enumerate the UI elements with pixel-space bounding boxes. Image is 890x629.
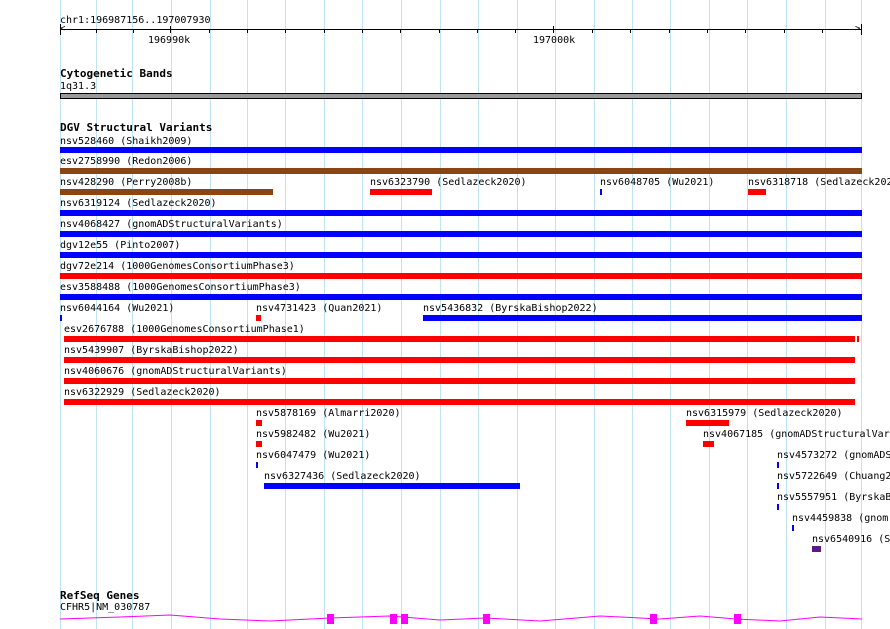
variant-label: nsv6327436 (Sedlazeck2020) — [264, 471, 421, 482]
ruler-tick — [477, 30, 478, 33]
ruler-label: 196990k — [148, 35, 191, 46]
variant-label: nsv4573272 (gnomADS — [777, 450, 890, 461]
gene-exon[interactable] — [327, 614, 334, 624]
ruler-tick — [170, 26, 171, 33]
variant-label: nsv4060676 (gnomADStructuralVariants) — [64, 366, 287, 377]
variant-label: esv2758990 (Redon2006) — [60, 156, 193, 167]
cytoband-track-title: Cytogenetic Bands — [60, 67, 173, 80]
variant-feature[interactable] — [60, 147, 862, 153]
variant-feature[interactable] — [812, 546, 821, 552]
ruler-tick — [745, 30, 746, 33]
variant-label: nsv6315979 (Sedlazeck2020) — [686, 408, 843, 419]
gene-exon[interactable] — [483, 614, 490, 624]
ruler-tick — [784, 30, 785, 33]
variant-feature[interactable] — [748, 189, 766, 195]
variant-feature[interactable] — [370, 189, 432, 195]
variant-label: nsv4068427 (gnomADStructuralVariants) — [60, 219, 283, 230]
ruler-tick — [861, 24, 862, 35]
variant-feature[interactable] — [60, 189, 273, 195]
variant-feature[interactable] — [777, 504, 779, 510]
locus-label: chr1:196987156..197007930 — [60, 15, 211, 26]
variant-label: nsv4459838 (gnom — [792, 513, 889, 524]
variant-feature[interactable] — [256, 462, 258, 468]
ruler-tick — [324, 30, 325, 33]
variant-label: nsv4067185 (gnomADStructuralVar — [703, 429, 890, 440]
ruler-tick — [439, 30, 440, 33]
gene-exon[interactable] — [401, 614, 408, 624]
variant-label: nsv6048705 (Wu2021) — [600, 177, 715, 188]
variant-end-marker — [857, 336, 859, 342]
variant-feature[interactable] — [60, 315, 62, 321]
variant-feature[interactable] — [600, 189, 602, 195]
gene-intron-line[interactable] — [60, 610, 862, 629]
variant-label: nsv5436832 (ByrskaBishop2022) — [423, 303, 598, 314]
ruler-label: 197000k — [533, 35, 576, 46]
variant-label: nsv6319124 (Sedlazeck2020) — [60, 198, 217, 209]
dgv-track-title: DGV Structural Variants — [60, 121, 213, 134]
variant-label: esv3588488 (1000GenomesConsortiumPhase3) — [60, 282, 301, 293]
variant-feature[interactable] — [777, 462, 779, 468]
variant-label: nsv6322929 (Sedlazeck2020) — [64, 387, 221, 398]
variant-feature[interactable] — [60, 273, 862, 279]
variant-label: dgv12e55 (Pinto2007) — [60, 240, 181, 251]
variant-feature[interactable] — [686, 420, 729, 426]
variant-feature[interactable] — [64, 378, 855, 384]
variant-feature[interactable] — [64, 357, 855, 363]
variant-feature[interactable] — [60, 231, 862, 237]
variant-label: nsv6318718 (Sedlazeck2020) — [748, 177, 890, 188]
variant-label: nsv6540916 (S — [812, 534, 890, 545]
variant-feature[interactable] — [64, 399, 855, 405]
ruler-tick — [515, 30, 516, 33]
variant-label: nsv6047479 (Wu2021) — [256, 450, 371, 461]
variant-feature[interactable] — [792, 525, 794, 531]
variant-label: dgv72e214 (1000GenomesConsortiumPhase3) — [60, 261, 295, 272]
variant-label: nsv5557951 (ByrskaB — [777, 492, 890, 503]
variant-label: nsv428290 (Perry2008b) — [60, 177, 193, 188]
cytoband-bar[interactable] — [60, 93, 862, 99]
variant-label: nsv5722649 (Chuang2 — [777, 471, 890, 482]
variant-feature[interactable] — [60, 252, 862, 258]
ruler-tick — [133, 30, 134, 33]
variant-feature[interactable] — [256, 441, 262, 447]
ruler-left-arrow: < — [60, 24, 66, 34]
variant-feature[interactable] — [777, 483, 779, 489]
ruler-axis[interactable] — [60, 29, 862, 30]
ruler-right-arrow: > — [855, 24, 861, 34]
ruler-tick — [247, 30, 248, 33]
variant-label: nsv4731423 (Quan2021) — [256, 303, 383, 314]
variant-label: nsv5982482 (Wu2021) — [256, 429, 371, 440]
variant-label: nsv6323790 (Sedlazeck2020) — [370, 177, 527, 188]
variant-feature[interactable] — [60, 294, 862, 300]
variant-label: nsv6044164 (Wu2021) — [60, 303, 175, 314]
variant-feature[interactable] — [256, 420, 262, 426]
cytoband-label: 1q31.3 — [60, 81, 97, 92]
ruler-tick — [209, 30, 210, 33]
gene-exon[interactable] — [390, 614, 397, 624]
variant-feature[interactable] — [256, 315, 261, 321]
ruler-tick — [592, 30, 593, 33]
variant-feature[interactable] — [264, 483, 520, 489]
variant-label: nsv5878169 (Almarri2020) — [256, 408, 401, 419]
variant-feature[interactable] — [60, 168, 862, 174]
ruler-tick — [822, 30, 823, 33]
variant-label: nsv528460 (Shaikh2009) — [60, 136, 193, 147]
ruler-tick — [285, 30, 286, 33]
variant-feature[interactable] — [703, 441, 714, 447]
ruler-tick — [400, 30, 401, 33]
gene-exon[interactable] — [734, 614, 741, 624]
gene-exon[interactable] — [650, 614, 657, 624]
ruler-tick — [96, 30, 97, 33]
variant-label: nsv5439907 (ByrskaBishop2022) — [64, 345, 239, 356]
variant-feature[interactable] — [423, 315, 862, 321]
variant-feature[interactable] — [64, 336, 855, 342]
variant-label: esv2676788 (1000GenomesConsortiumPhase1) — [64, 324, 305, 335]
variant-feature[interactable] — [60, 210, 862, 216]
ruler-tick — [362, 30, 363, 33]
refseq-track-title: RefSeq Genes — [60, 589, 140, 602]
ruler-tick — [707, 30, 708, 33]
ruler-tick — [630, 30, 631, 33]
ruler-tick — [669, 30, 670, 33]
ruler-tick — [553, 26, 554, 33]
